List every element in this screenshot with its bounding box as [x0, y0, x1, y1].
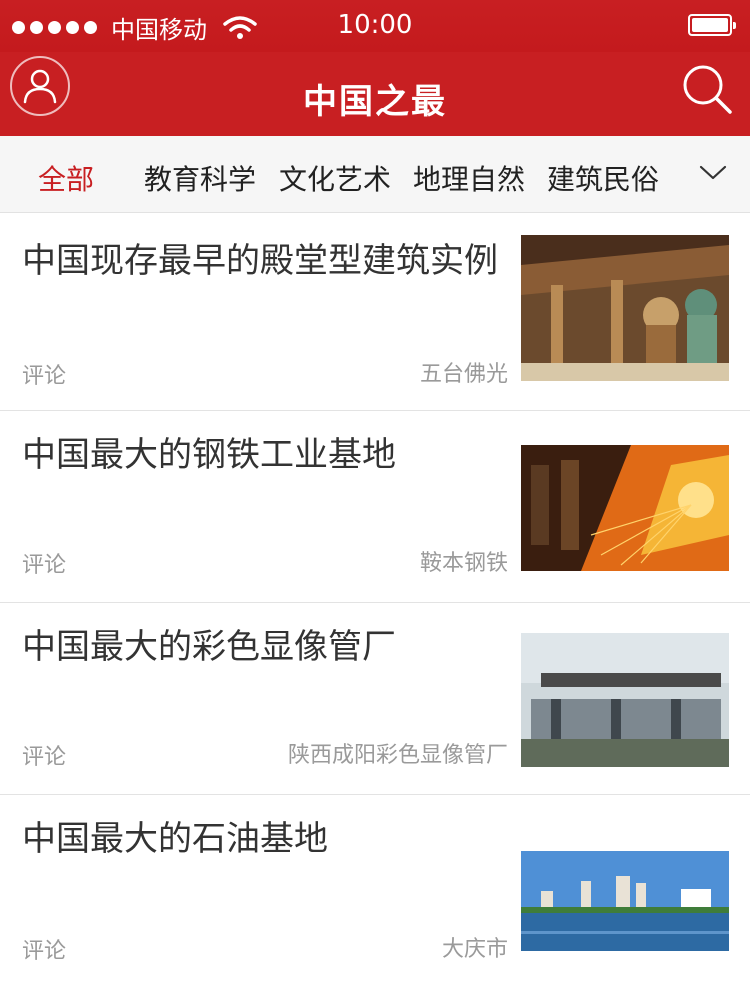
- comment-link[interactable]: 评论: [22, 547, 66, 579]
- tab-all[interactable]: 全部: [38, 158, 94, 198]
- article-title: 中国最大的石油基地: [22, 819, 328, 859]
- list-item[interactable]: 中国最大的彩色显像管厂 评论 陕西成阳彩色显像管厂: [0, 603, 750, 795]
- category-tabs: 全部 教育科学 文化艺术 地理自然 建筑民俗: [0, 136, 750, 213]
- steel-mill-thumbnail[interactable]: [521, 445, 729, 571]
- article-source: 陕西成阳彩色显像管厂: [287, 743, 508, 768]
- comment-link[interactable]: 评论: [22, 739, 66, 771]
- temple-interior-thumbnail[interactable]: [521, 235, 729, 381]
- article-source: 五台佛光: [419, 362, 508, 387]
- clock: 10:00: [337, 10, 413, 40]
- article-title: 中国最大的彩色显像管厂: [22, 627, 396, 667]
- article-title: 中国最大的钢铁工业基地: [22, 435, 396, 475]
- status-bar: 中国移动 10:00: [0, 0, 750, 52]
- page-title: 中国之最: [303, 82, 447, 122]
- list-item[interactable]: 中国最大的石油基地 评论 大庆市: [0, 795, 750, 995]
- article-title: 中国现存最早的殿堂型建筑实例: [22, 241, 498, 281]
- comment-link[interactable]: 评论: [22, 358, 66, 390]
- comment-link[interactable]: 评论: [22, 933, 66, 965]
- tab-culture-art[interactable]: 文化艺术: [279, 158, 391, 198]
- list-item[interactable]: 中国现存最早的殿堂型建筑实例 评论 五台佛光: [0, 213, 750, 411]
- city-skyline-thumbnail[interactable]: [521, 851, 729, 951]
- tab-education-science[interactable]: 教育科学: [144, 158, 256, 198]
- article-source: 鞍本钢铁: [419, 551, 508, 576]
- battery-icon: [688, 14, 736, 36]
- tab-geography-nature[interactable]: 地理自然: [413, 158, 525, 198]
- article-source: 大庆市: [441, 937, 508, 962]
- tab-architecture-folk[interactable]: 建筑民俗: [547, 158, 659, 198]
- list-item[interactable]: 中国最大的钢铁工业基地 评论 鞍本钢铁: [0, 411, 750, 603]
- factory-gate-thumbnail[interactable]: [521, 633, 729, 767]
- top-navigation-bar: 中国之最: [0, 52, 750, 136]
- search-icon[interactable]: [678, 60, 736, 118]
- chevron-down-icon[interactable]: [698, 162, 728, 182]
